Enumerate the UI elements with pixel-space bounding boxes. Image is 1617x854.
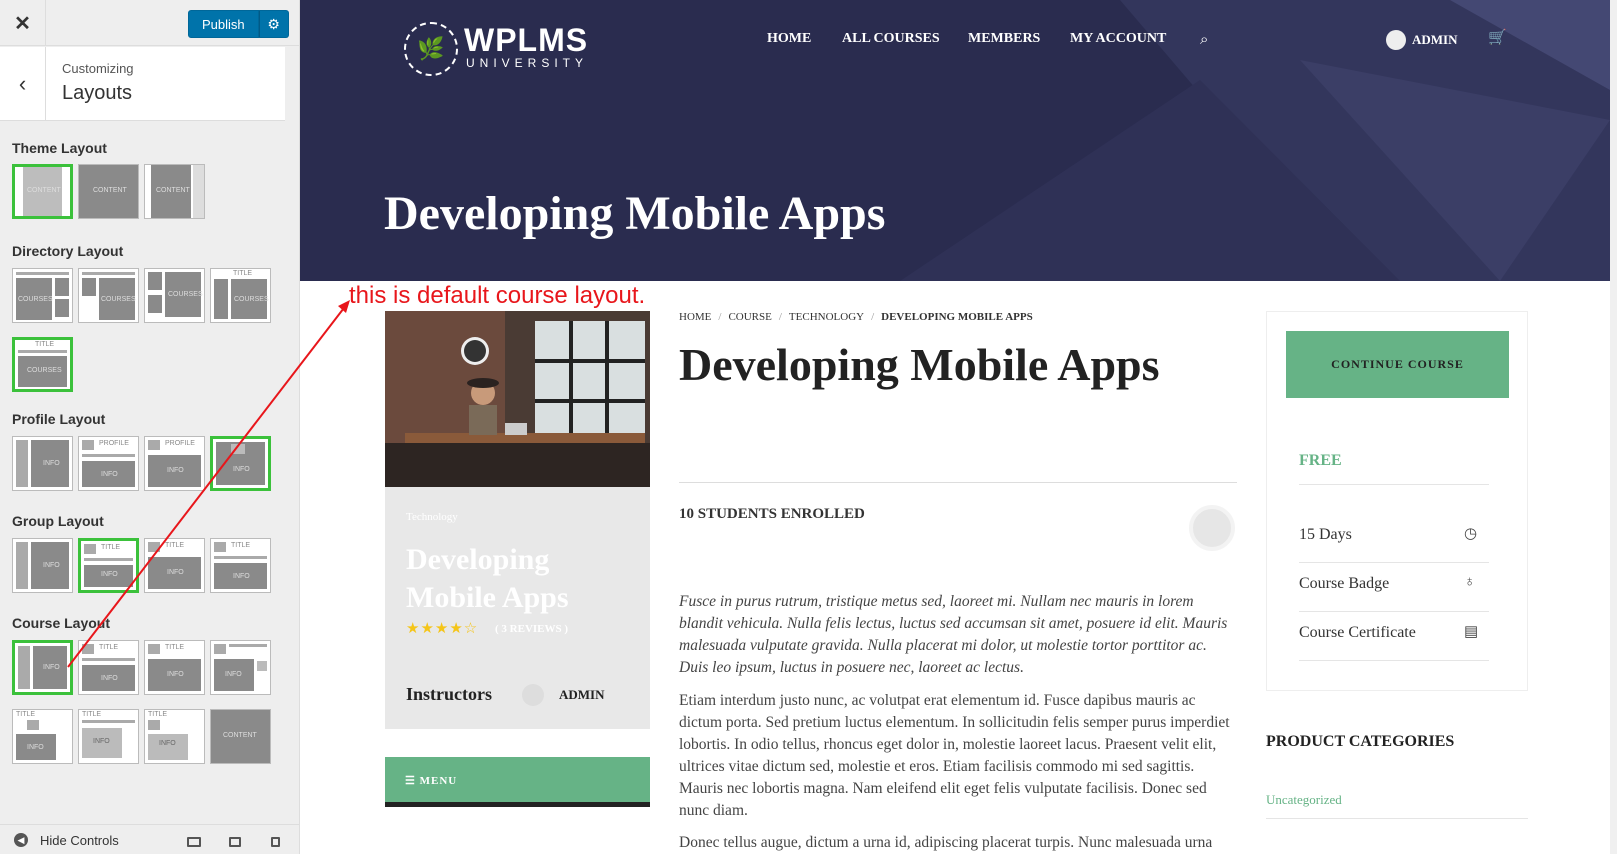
course-card-title: Developing Mobile Apps	[406, 543, 569, 614]
course-description: Etiam interdum justo nunc, ac volutpat e…	[679, 692, 1230, 819]
course-image[interactable]	[385, 311, 650, 487]
customizer-window: ✕ Publish ⚙ ‹ Customizing Layouts Theme …	[0, 0, 1617, 854]
breadcrumb-technology[interactable]: TECHNOLOGY	[789, 311, 864, 323]
divider	[1266, 818, 1528, 819]
course-badge: Course Badge	[1299, 575, 1390, 592]
course-menu-button[interactable]: ☰ MENU	[385, 757, 650, 807]
clock-icon: ◷	[1464, 525, 1478, 542]
breadcrumb-separator: /	[718, 311, 722, 323]
instructors-label: Instructors	[406, 684, 492, 704]
divider	[1299, 484, 1489, 485]
course-certificate: Course Certificate	[1299, 624, 1416, 641]
course-description-continued: Donec tellus augue, dictum a urna id, ad…	[679, 834, 1213, 851]
course-price: FREE	[1299, 452, 1342, 469]
breadcrumb-separator: /	[871, 311, 875, 323]
badge-icon: ♁	[1464, 573, 1476, 590]
divider	[679, 482, 1237, 483]
course-duration: 15 Days	[1299, 526, 1352, 543]
course-title: Developing Mobile Apps	[679, 339, 1160, 390]
instructor-name[interactable]: ADMIN	[559, 687, 605, 703]
breadcrumb: HOME / COURSE / TECHNOLOGY / DEVELOPING …	[679, 311, 1033, 323]
breadcrumb-home[interactable]: HOME	[679, 311, 711, 323]
reviews-count[interactable]: ( 3 REVIEWS )	[495, 623, 568, 635]
divider	[1299, 611, 1489, 612]
course-category[interactable]: Technology	[406, 511, 458, 523]
course-description-intro: Fusce in purus rutrum, tristique metus s…	[679, 593, 1228, 676]
product-categories-heading: PRODUCT CATEGORIES	[1266, 733, 1455, 750]
category-link-uncategorized[interactable]: Uncategorized	[1266, 792, 1342, 808]
instructor-avatar[interactable]	[522, 684, 544, 706]
continue-course-button[interactable]: CONTINUE COURSE	[1286, 331, 1509, 398]
students-enrolled: 10 STUDENTS ENROLLED	[679, 506, 865, 522]
breadcrumb-current: DEVELOPING MOBILE APPS	[881, 311, 1033, 323]
rating-stars: ★★★★☆	[406, 620, 479, 637]
certificate-icon: ▤	[1464, 623, 1479, 640]
breadcrumb-course[interactable]: COURSE	[728, 311, 771, 323]
course-card: Technology Developing Mobile Apps ★★★★☆ …	[385, 311, 650, 729]
annotation-text: this is default course layout.	[349, 282, 646, 309]
breadcrumb-separator: /	[778, 311, 782, 323]
student-avatar[interactable]	[1189, 505, 1235, 551]
divider	[1299, 660, 1489, 661]
divider	[1299, 562, 1489, 563]
menu-label: MENU	[419, 775, 458, 787]
hamburger-icon: ☰	[405, 775, 416, 787]
